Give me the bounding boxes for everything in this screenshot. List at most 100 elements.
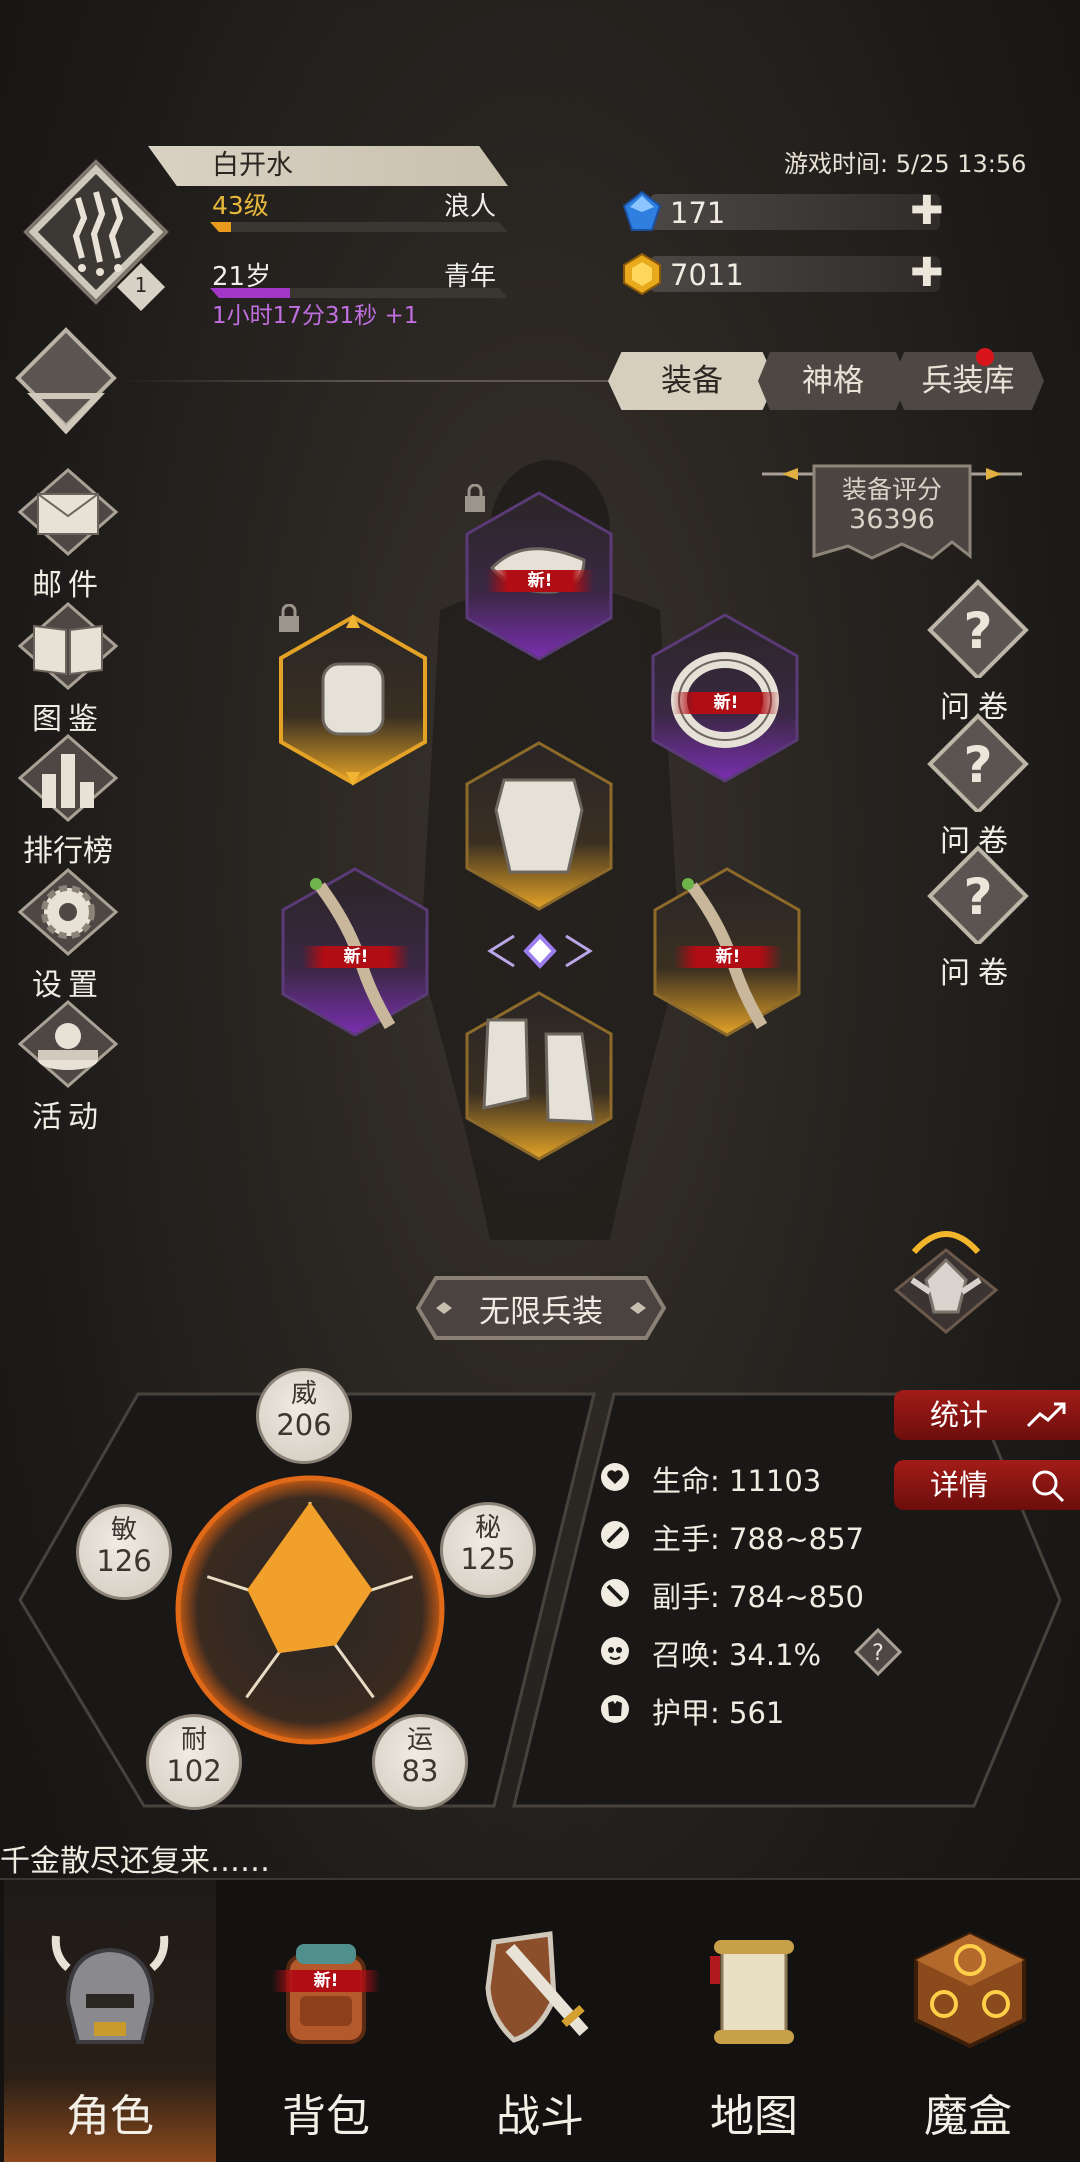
attr-value: 206 (276, 1408, 332, 1442)
stat-summon: 召唤: 34.1% (652, 1638, 822, 1672)
attr-luck: 运 83 (372, 1714, 468, 1810)
attr-name: 威 (290, 1379, 317, 1409)
add-gold-button[interactable]: ✚ (910, 250, 944, 296)
helmet-icon (51, 1935, 169, 2044)
event-icon (17, 1000, 119, 1088)
attr-value: 83 (401, 1754, 439, 1788)
stat-armor: 护甲: 561 (652, 1696, 785, 1730)
nav-map[interactable]: 地图 (648, 1880, 860, 2162)
sword-shield-icon (485, 1931, 589, 2043)
stat-off-hand: 副手: 784~850 (652, 1580, 864, 1614)
statistics-button[interactable]: 统计 (894, 1390, 1080, 1440)
nav-settings[interactable]: 设置 (8, 866, 128, 1004)
attr-might: 威 206 (256, 1368, 352, 1464)
armory-notification-dot (976, 348, 994, 366)
attr-value: 102 (166, 1754, 222, 1788)
question-icon: ? (927, 713, 1029, 815)
tab-divinity[interactable]: 神格 (758, 352, 908, 410)
equip-slot-helmet[interactable]: 新! (464, 490, 614, 662)
nav-mail-label: 邮件 (32, 568, 104, 603)
attr-arcane: 秘 125 (440, 1502, 536, 1598)
sword-icon (601, 1521, 629, 1549)
add-gems-button[interactable]: ✚ (910, 188, 944, 234)
magic-cube-icon (914, 1931, 1026, 2049)
equip-slot-boots[interactable] (464, 990, 614, 1162)
gem-count: 171 (670, 196, 726, 230)
nav-magic-box-label: 魔盒 (924, 2091, 1012, 2142)
nav-character-label: 角色 (66, 2091, 154, 2142)
attr-name: 敏 (110, 1515, 137, 1545)
player-name: 白开水 (148, 146, 508, 186)
new-badge: 新! (672, 692, 780, 714)
attr-value: 125 (460, 1542, 516, 1576)
magnifier-icon (1032, 1470, 1065, 1503)
nav-magic-box[interactable]: 魔盒 (862, 1880, 1074, 2162)
diamond-chevron-icon (15, 327, 117, 435)
svg-text:?: ? (872, 1641, 884, 1666)
svg-text:?: ? (963, 868, 992, 926)
attribute-radar (175, 1475, 445, 1745)
new-badge: 新! (302, 946, 410, 968)
mail-icon (17, 468, 119, 556)
equip-slot-ring[interactable]: 新! (650, 612, 800, 784)
summon-help-icon[interactable]: ? (854, 1628, 902, 1676)
switch-loadout-icon[interactable] (484, 926, 596, 976)
details-button[interactable]: 详情 (894, 1460, 1080, 1510)
armor-icon (601, 1695, 629, 1723)
equip-slot-left-weapon[interactable]: 新! (280, 866, 430, 1038)
equip-slot-armor[interactable] (464, 740, 614, 912)
nav-mail[interactable]: 邮件 (8, 466, 128, 604)
survey-button-2[interactable]: ? 问卷 (918, 712, 1038, 860)
nav-character[interactable]: 角色 (4, 1880, 216, 2162)
collapse-menu-button[interactable] (10, 326, 122, 438)
tab-equipment[interactable]: 装备 (608, 352, 776, 410)
attr-name: 秘 (474, 1513, 501, 1543)
dagger-icon (601, 1579, 629, 1607)
statistics-label: 统计 (930, 1398, 989, 1432)
nav-battle[interactable]: 战斗 (434, 1880, 646, 2162)
news-ticker: 千金散尽还复来…… (0, 1844, 270, 1879)
crown-helmet-icon[interactable] (886, 1220, 1006, 1340)
emblem-badge: 1 (134, 273, 148, 297)
attr-name: 耐 (180, 1725, 207, 1755)
attr-value: 126 (96, 1544, 152, 1578)
nav-map-label: 地图 (710, 2091, 798, 2142)
survey-label-3: 问卷 (940, 956, 1016, 991)
equip-slot-amulet[interactable] (278, 614, 428, 786)
gold-count: 7011 (670, 258, 744, 292)
question-icon: ? (927, 579, 1029, 681)
nav-encyclopedia[interactable]: 图鉴 (8, 600, 128, 738)
backpack-icon (286, 1944, 366, 2044)
attr-endurance: 耐 102 (146, 1714, 242, 1810)
player-life-stage: 青年 (444, 262, 497, 292)
stat-health: 生命: 11103 (652, 1464, 822, 1498)
score-label: 装备评分 (841, 475, 942, 504)
heart-icon (601, 1463, 629, 1491)
hex-frame-legendary (279, 614, 427, 786)
infinite-armament-button[interactable]: 无限兵装 (415, 1274, 667, 1342)
tab-armory[interactable]: 兵装库 (892, 352, 1044, 410)
player-level: 43级 (212, 191, 269, 220)
new-badge: 新! (486, 570, 594, 592)
infinite-armament-label: 无限兵装 (479, 1294, 603, 1330)
book-icon (17, 602, 119, 690)
gold-gem-icon (623, 252, 661, 296)
nav-backpack[interactable]: 新! 背包 (220, 1880, 432, 2162)
nav-events[interactable]: 活动 (8, 998, 128, 1136)
attr-agility: 敏 126 (76, 1504, 172, 1600)
svg-text:?: ? (963, 602, 992, 660)
new-badge: 新! (272, 1970, 380, 1992)
nav-battle-label: 战斗 (496, 2091, 584, 2142)
lock-icon (465, 484, 485, 512)
level-progress-fill (210, 222, 231, 232)
nav-ranking[interactable]: 排行榜 (8, 732, 128, 870)
survey-button-1[interactable]: ? 问卷 (918, 578, 1038, 726)
details-label: 详情 (930, 1468, 989, 1502)
scroll-map-icon (710, 1940, 794, 2044)
equip-slot-right-weapon[interactable]: 新! (652, 866, 802, 1038)
age-timer: 1小时17分31秒 +1 (212, 303, 419, 329)
hex-frame-legendary (465, 741, 613, 911)
nav-events-label: 活动 (32, 1100, 104, 1135)
survey-button-3[interactable]: ? 问卷 (918, 844, 1038, 992)
svg-text:?: ? (963, 736, 992, 794)
